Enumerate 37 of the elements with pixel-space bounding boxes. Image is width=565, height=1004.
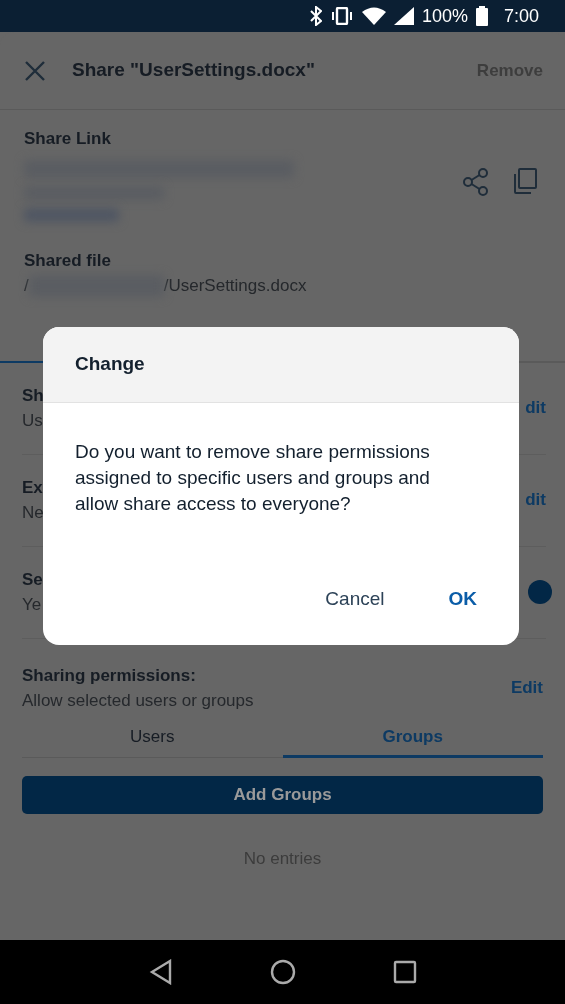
setting-value: Allow selected users or groups [22, 690, 254, 712]
setting-label: Ex [22, 476, 44, 499]
close-icon[interactable] [24, 59, 46, 82]
setting-value: Ye [22, 594, 43, 616]
vibrate-icon [329, 7, 354, 25]
ok-button[interactable]: OK [440, 580, 485, 617]
copy-icon[interactable] [513, 167, 537, 194]
battery-icon [475, 6, 488, 26]
clock: 7:00 [503, 4, 539, 28]
share-icon[interactable] [463, 167, 489, 196]
home-icon[interactable] [269, 959, 296, 985]
section-label: Share Link [24, 128, 112, 150]
edit-link[interactable]: dit [525, 395, 546, 421]
tab[interactable]: Groups [282, 717, 543, 758]
section-label: Shared file [24, 249, 112, 272]
signal-icon [393, 7, 414, 25]
setting-value: Us [22, 410, 44, 432]
edit-link[interactable]: Edit [510, 675, 543, 701]
setting-label: Sh [22, 384, 44, 407]
tab[interactable]: Users [22, 717, 283, 758]
dialog-heading: Change [75, 352, 145, 377]
dialog-title: Share "UserSettings.docx" [72, 58, 316, 83]
back-icon[interactable] [148, 959, 173, 985]
edit-link[interactable]: dit [525, 487, 546, 513]
setting-label: Se [22, 568, 43, 591]
cancel-button[interactable]: Cancel [317, 580, 393, 617]
file-path: / [24, 275, 29, 297]
bluetooth-icon [309, 6, 322, 26]
battery-percentage: 100% [421, 4, 468, 28]
wifi-icon [361, 7, 386, 25]
add-groups-button[interactable]: Add Groups [22, 776, 543, 814]
toggle-switch[interactable] [528, 580, 552, 604]
setting-value: Ne [22, 502, 44, 524]
setting-label: Sharing permissions: [22, 664, 197, 687]
dialog-message: Do you want to remove share permissions assigned to specific users and groups and allow share access to everyone? [74, 440, 431, 516]
recents-icon[interactable] [392, 960, 417, 984]
file-path: /UserSettings.docx [163, 275, 307, 297]
